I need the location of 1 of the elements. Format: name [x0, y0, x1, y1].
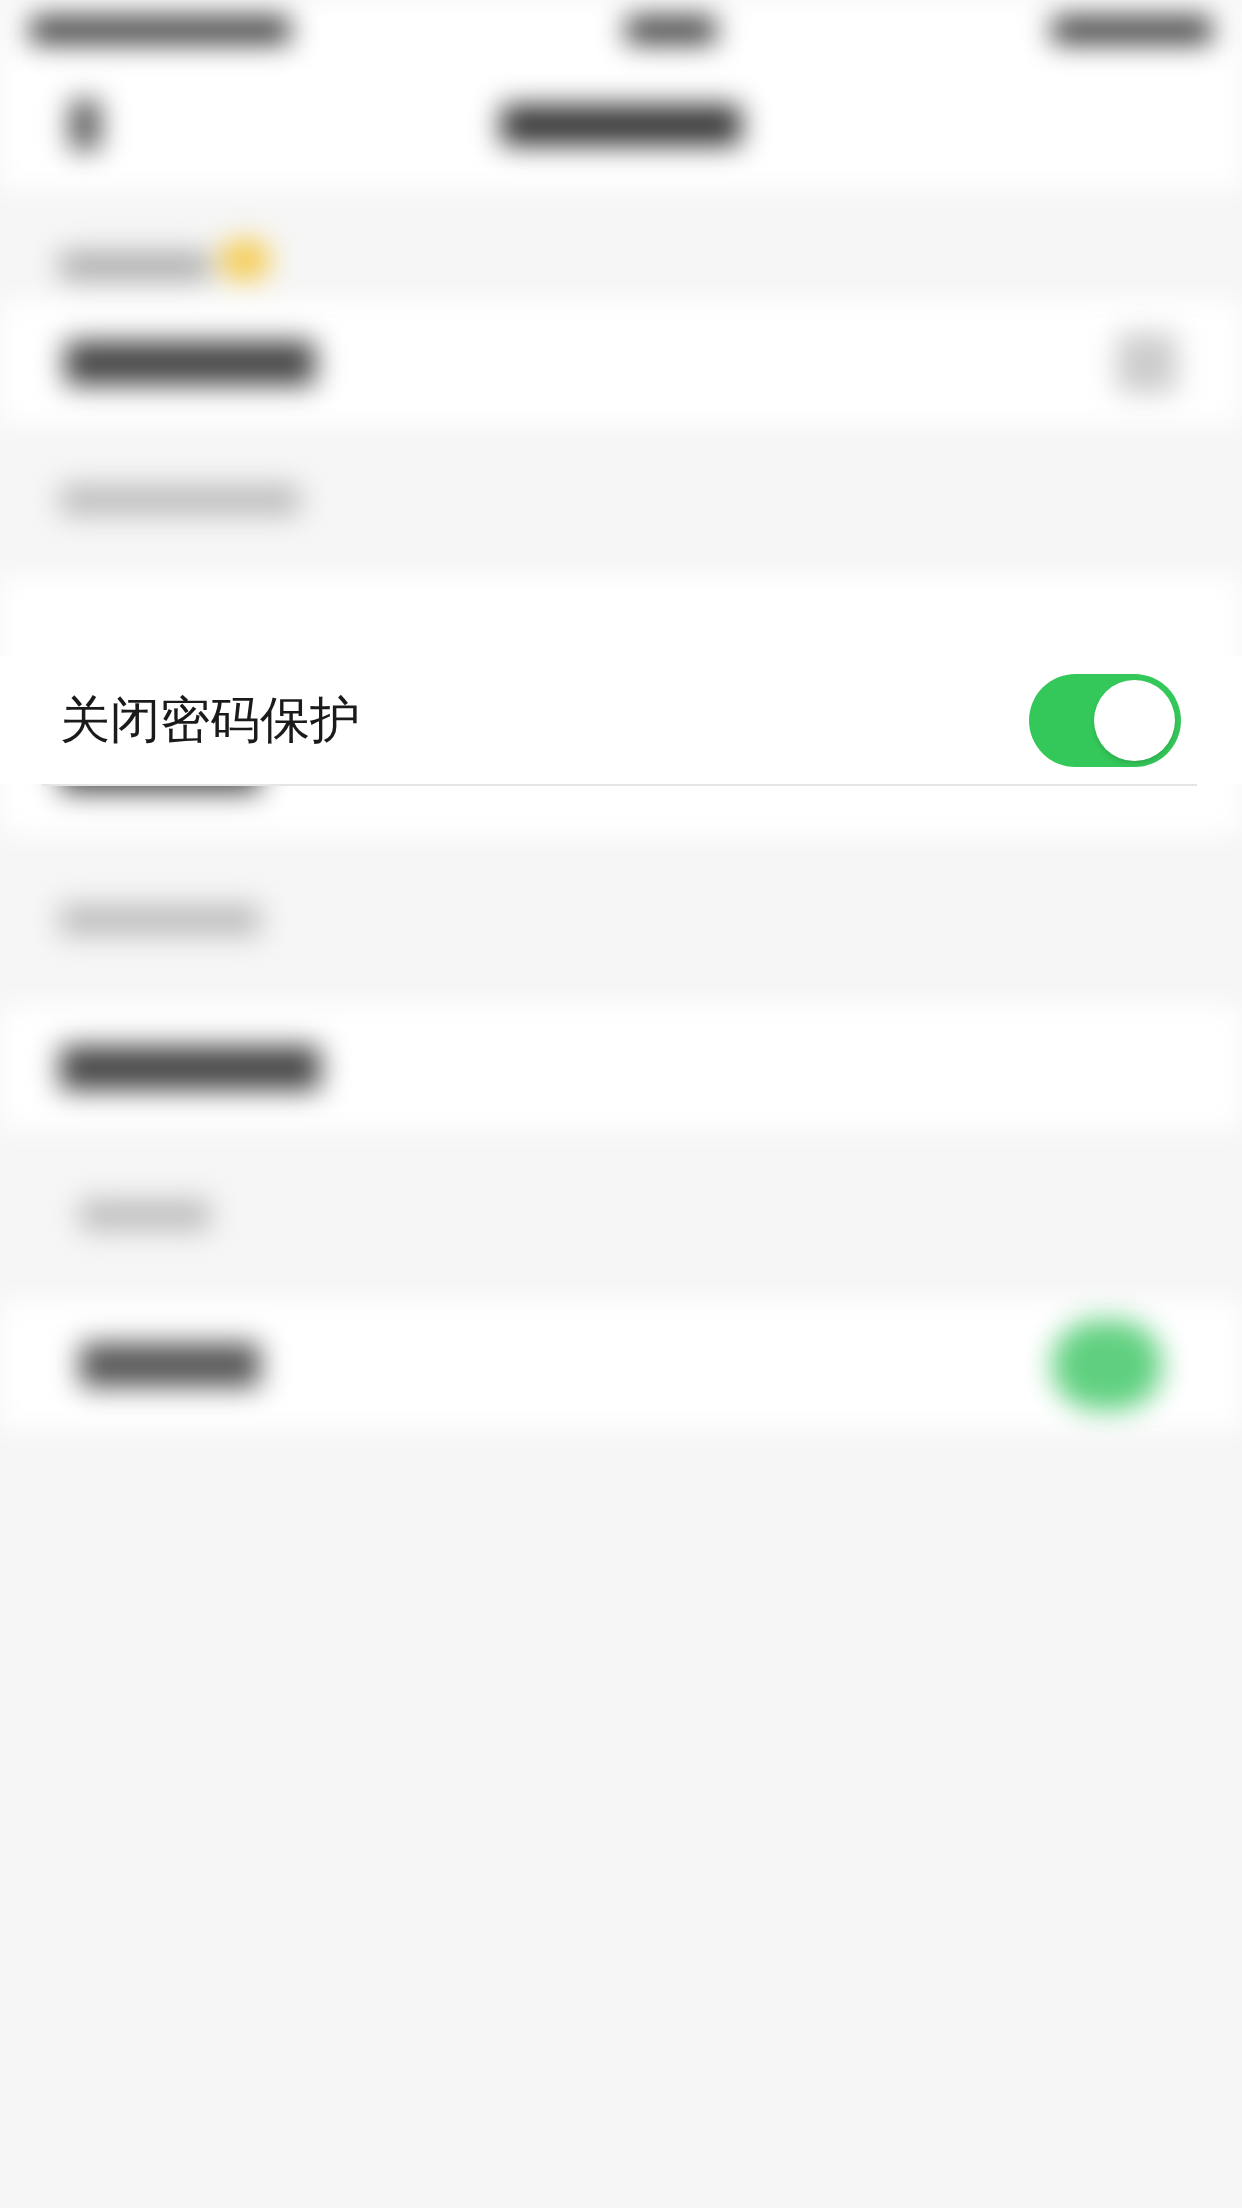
setting-label: 关闭密码保护 [60, 690, 360, 750]
